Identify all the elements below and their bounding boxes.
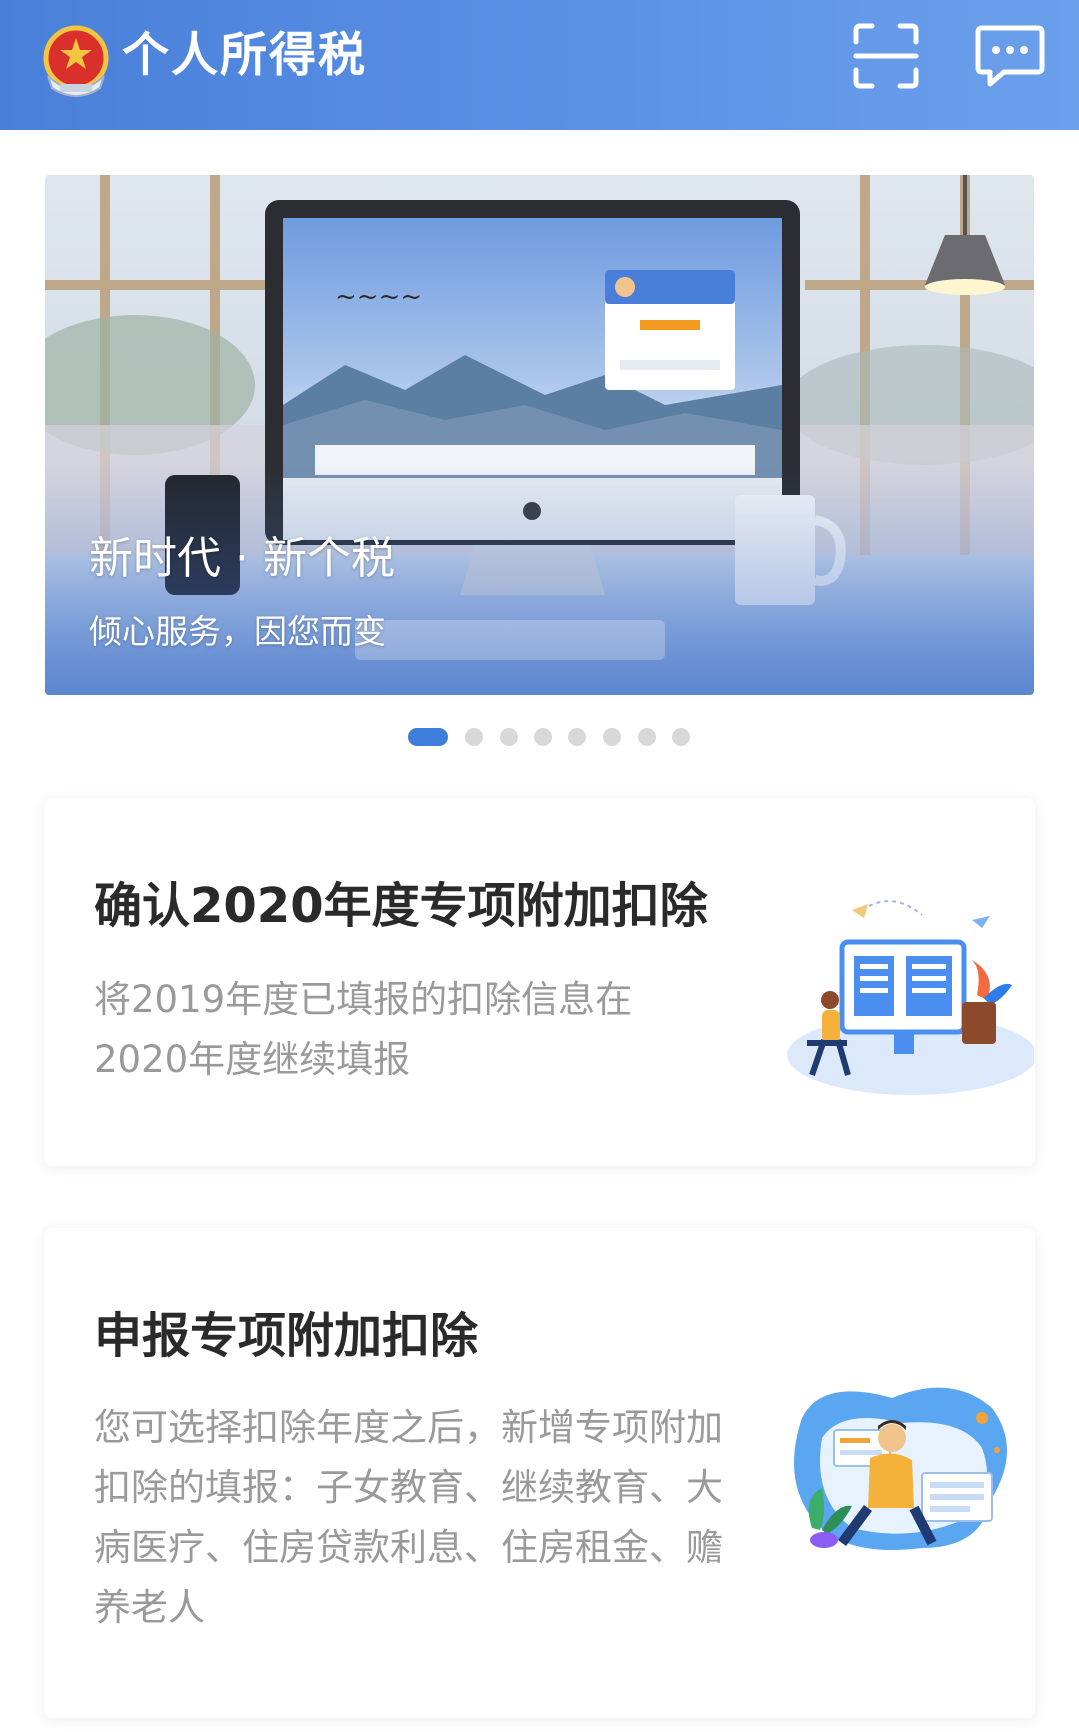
pager-dot[interactable] [603,728,621,746]
person-filling-form-illustration [794,1387,1007,1550]
pager-dot[interactable] [672,728,690,746]
card-description: 您可选择扣除年度之后，新增专项附加扣除的填报：子女教育、继续教育、大病医疗、住房… [94,1406,723,1629]
national-emblem-icon [43,25,109,97]
pager-dot[interactable] [568,728,586,746]
pager-dot[interactable] [465,728,483,746]
card-description: 将2019年度已填报的扣除信息在2020年度继续填报 [94,978,633,1081]
message-icon[interactable] [974,20,1046,92]
card-title: 申报专项附加扣除 [94,1308,479,1364]
app-header: 个人所得税 [0,0,1079,130]
banner-pager [0,726,1079,748]
card-title: 确认2020年度专项附加扣除 [94,878,708,934]
declare-deduction-card[interactable]: 申报专项附加扣除 您可选择扣除年度之后，新增专项附加扣除的填报：子女教育、继续教… [44,1228,1035,1718]
pager-dot-active[interactable] [408,728,448,746]
banner-title: 新时代 · 新个税 [89,533,395,584]
banner-subtitle: 倾心服务，因您而变 [89,612,386,651]
confirm-deduction-card[interactable]: 确认2020年度专项附加扣除 将2019年度已填报的扣除信息在2020年度继续填… [44,798,1035,1166]
promo-banner[interactable]: ~~~~ 新时代 · 新个税 倾心服务，因您而变 [45,175,1034,695]
app-title: 个人所得税 [122,28,367,83]
pager-dot[interactable] [638,728,656,746]
person-at-computer-illustration [787,900,1034,1095]
pager-dot[interactable] [500,728,518,746]
pager-dot[interactable] [534,728,552,746]
scan-icon[interactable] [850,20,922,92]
